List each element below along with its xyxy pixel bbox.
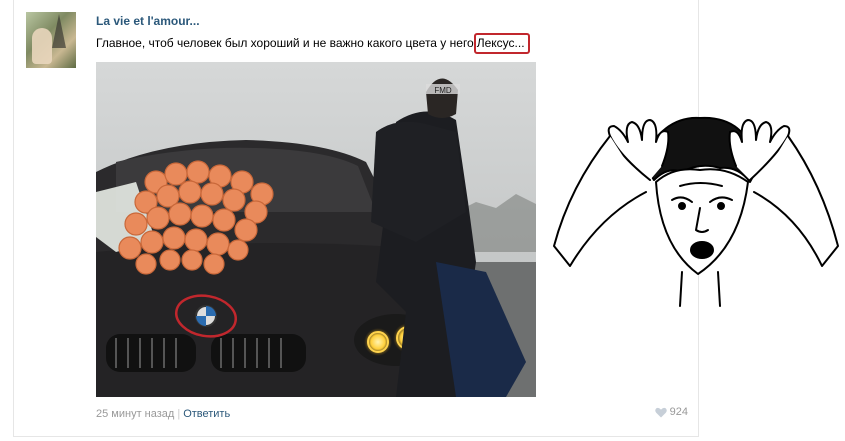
avatar-figure-shape xyxy=(32,28,52,64)
post-photo[interactable]: FMD xyxy=(96,62,536,397)
footer-separator: | xyxy=(177,408,181,420)
beanie-text: FMD xyxy=(434,86,452,95)
post-text-main: Главное, чтоб человек был хороший и не в… xyxy=(96,36,474,50)
post-timestamp[interactable]: 25 минут назад xyxy=(96,408,174,420)
likes-count: 924 xyxy=(669,406,688,418)
post-text: Главное, чтоб человек был хороший и не в… xyxy=(96,33,530,54)
reply-button[interactable]: Ответить xyxy=(183,408,230,420)
post-text-highlight: Лексус... xyxy=(473,33,530,54)
photo-illustration: FMD xyxy=(96,62,536,397)
author-avatar[interactable] xyxy=(26,12,76,68)
like-button[interactable]: 924 xyxy=(654,406,688,418)
avatar-tower-shape xyxy=(52,14,66,48)
post-author-name[interactable]: La vie et l'amour... xyxy=(96,14,200,28)
rage-face-meme xyxy=(553,116,839,307)
heart-icon xyxy=(654,407,667,417)
post-footer: 25 минут назад | Ответить xyxy=(96,408,230,420)
